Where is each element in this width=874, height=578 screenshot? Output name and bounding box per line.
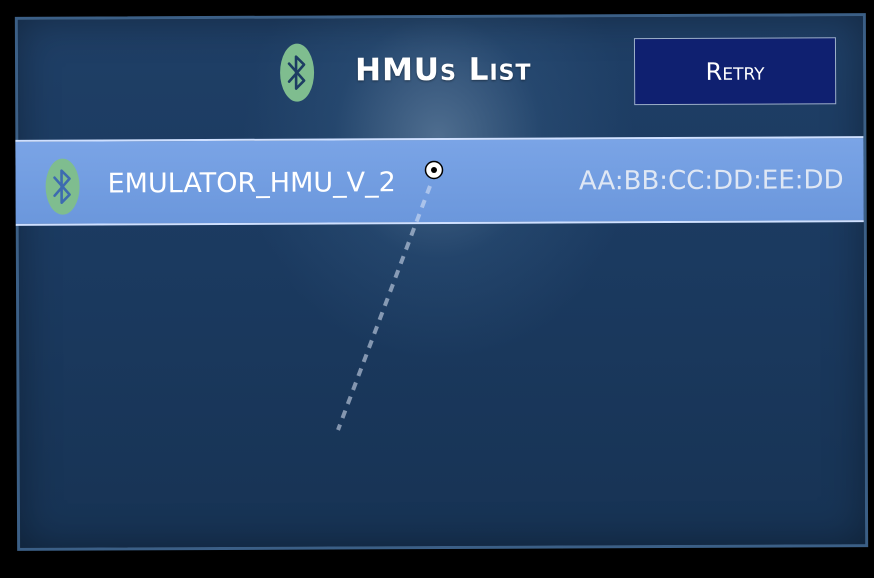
- retry-button[interactable]: Retry: [633, 37, 837, 106]
- header: HMUs List Retry: [18, 16, 863, 130]
- pointer-cursor-icon: [424, 160, 444, 180]
- page-title: HMUs List: [354, 51, 532, 89]
- bluetooth-icon: [279, 43, 315, 102]
- screen: HMUs List Retry EMULATOR_HMU_V_2 AA:BB:C…: [0, 0, 874, 578]
- hmu-list-panel: HMUs List Retry EMULATOR_HMU_V_2 AA:BB:C…: [14, 13, 869, 551]
- cursor-trail: [336, 185, 432, 431]
- hmu-mac-address: AA:BB:CC:DD:EE:DD: [578, 165, 844, 197]
- bluetooth-icon: [45, 158, 80, 215]
